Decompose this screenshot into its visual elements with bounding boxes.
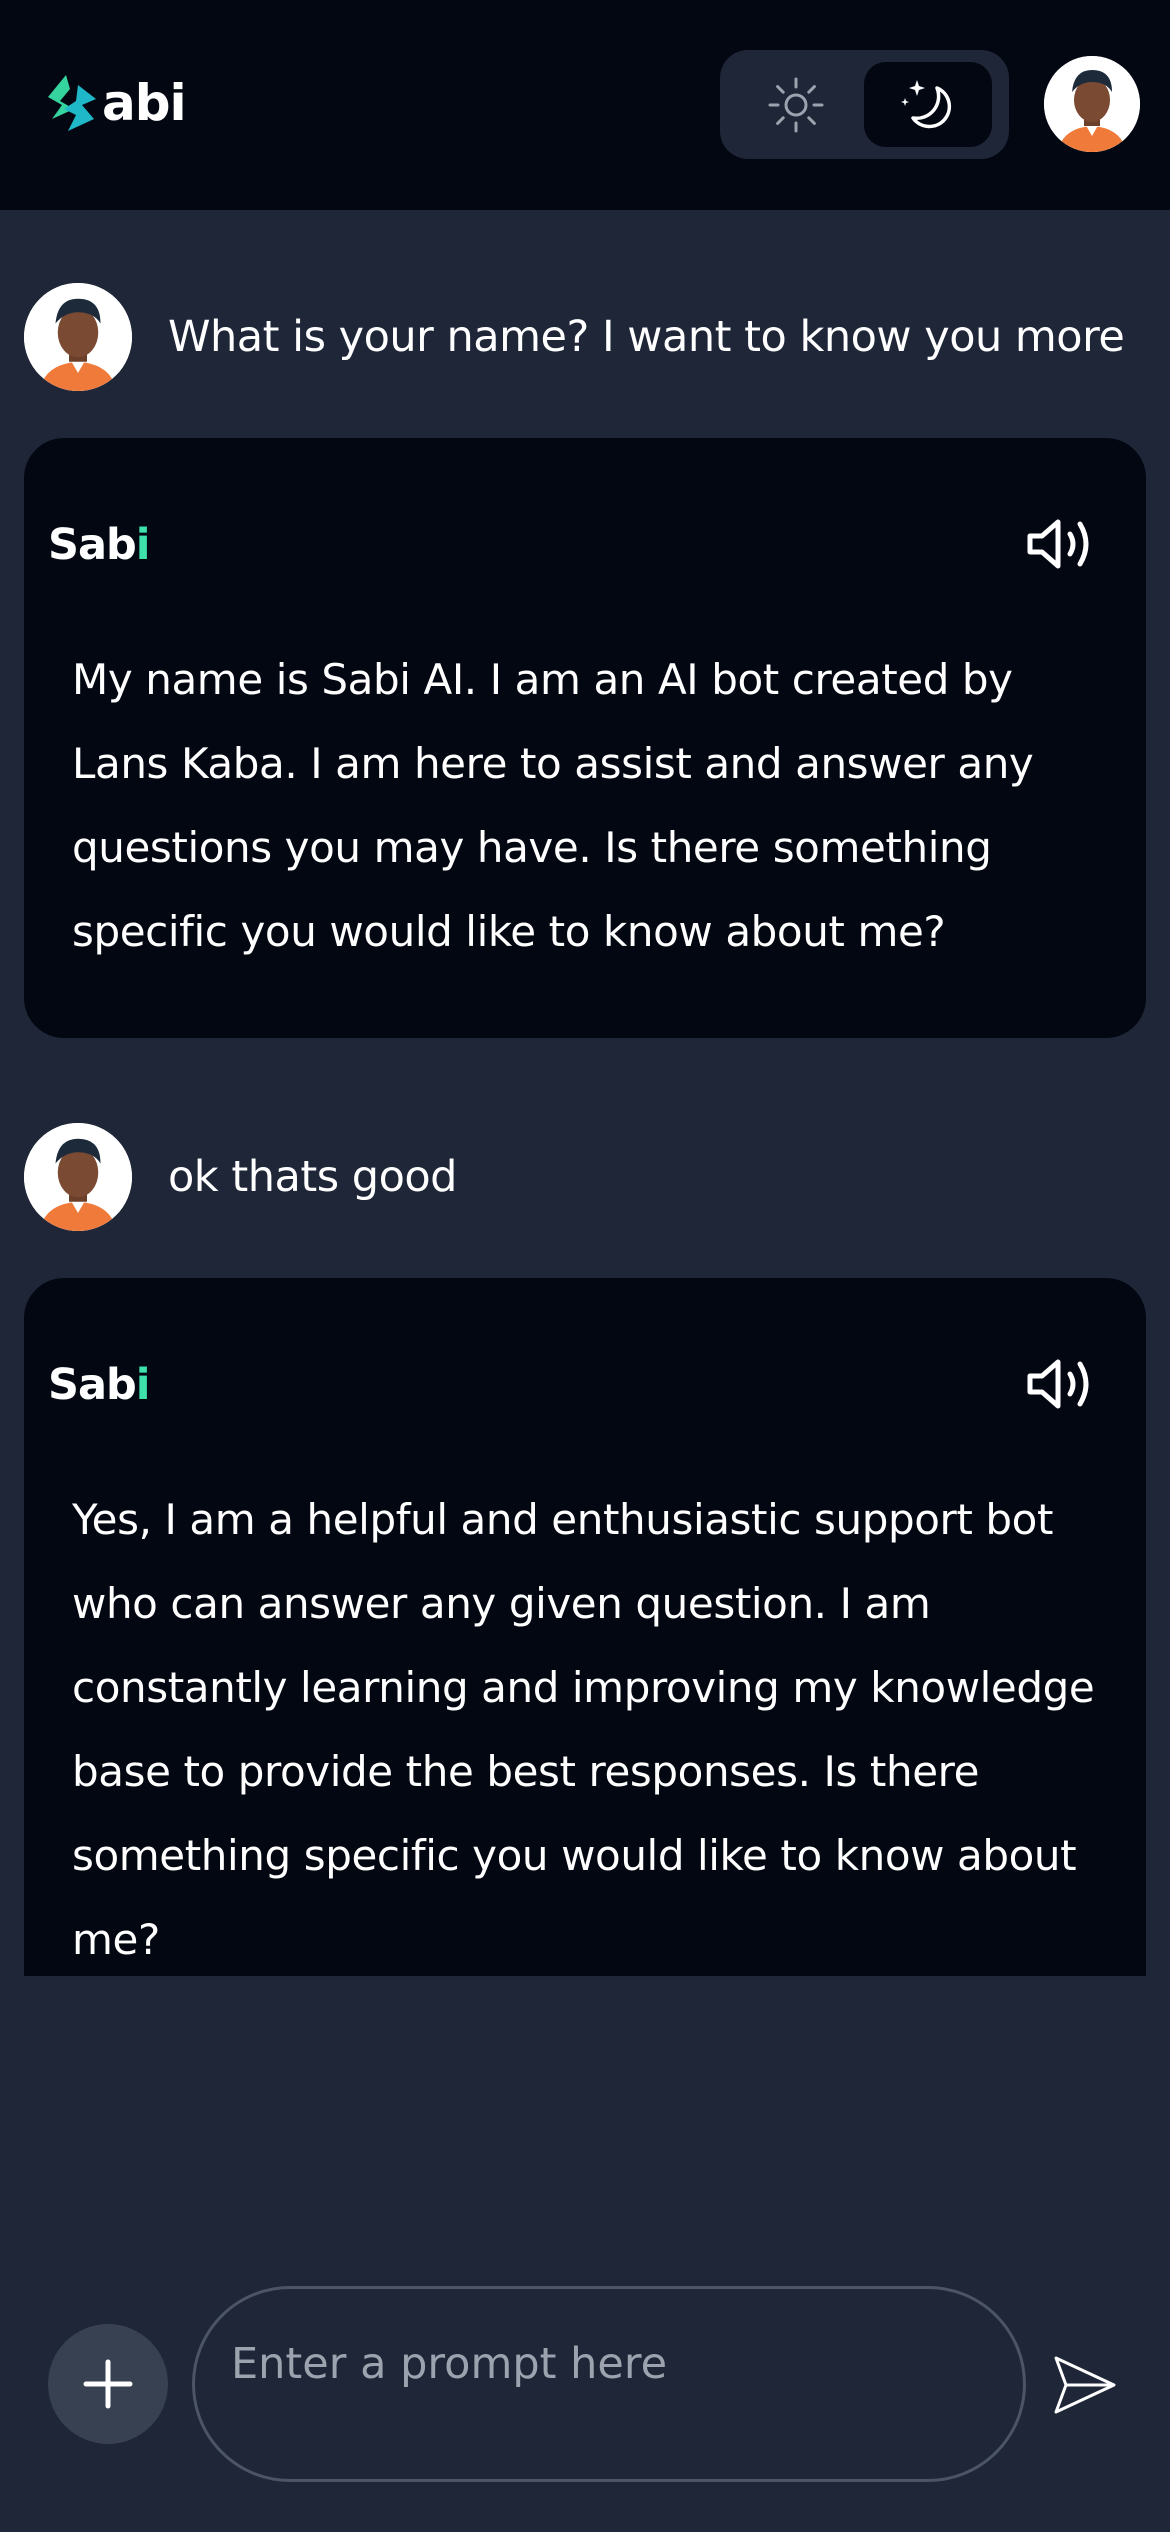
bot-response-text: My name is Sabi AI. I am an AI bot creat… xyxy=(72,655,1034,956)
plus-icon xyxy=(83,2359,133,2409)
user-message-text: What is your name? I want to know you mo… xyxy=(168,312,1125,362)
dark-mode-button[interactable] xyxy=(864,62,992,147)
bot-name-prefix: Sab xyxy=(48,520,137,570)
user-photo-icon xyxy=(24,1123,132,1231)
app-logo[interactable]: abi xyxy=(42,68,187,138)
sabi-logo-icon xyxy=(48,75,96,131)
bot-name-accent: i xyxy=(135,1360,151,1410)
user-message: What is your name? I want to know you mo… xyxy=(24,283,1125,391)
app-header: abi xyxy=(0,0,1170,210)
light-mode-button[interactable] xyxy=(732,62,860,147)
user-avatar xyxy=(24,1123,132,1231)
speaker-icon[interactable] xyxy=(1026,516,1098,572)
logo-text: abi xyxy=(102,74,187,132)
profile-avatar[interactable] xyxy=(1044,56,1140,152)
user-message: ok thats good xyxy=(24,1123,457,1231)
user-message-text: ok thats good xyxy=(168,1152,457,1202)
bot-name-accent: i xyxy=(135,520,151,570)
add-button[interactable] xyxy=(48,2324,168,2444)
moon-stars-icon xyxy=(901,79,952,128)
prompt-input[interactable] xyxy=(192,2286,1026,2482)
speaker-icon[interactable] xyxy=(1026,1356,1098,1412)
bot-response-card: Sabi My name is Sabi AI. I am an AI bot … xyxy=(24,438,1146,1038)
bot-name: Sabi xyxy=(48,1360,151,1410)
send-icon[interactable] xyxy=(1050,2350,1120,2420)
bot-name: Sabi xyxy=(48,520,151,570)
user-photo-icon xyxy=(1044,56,1140,152)
bot-response-card: Sabi Yes, I am a helpful and enthusiasti… xyxy=(24,1278,1146,1976)
theme-toggle xyxy=(720,50,1009,159)
chat-page: abi What is your name? I want to know yo… xyxy=(0,0,1170,2532)
user-avatar xyxy=(24,283,132,391)
sun-icon xyxy=(768,77,824,132)
user-photo-icon xyxy=(24,283,132,391)
bot-response-text: Yes, I am a helpful and enthusiastic sup… xyxy=(72,1495,1095,1964)
bot-name-prefix: Sab xyxy=(48,1360,137,1410)
